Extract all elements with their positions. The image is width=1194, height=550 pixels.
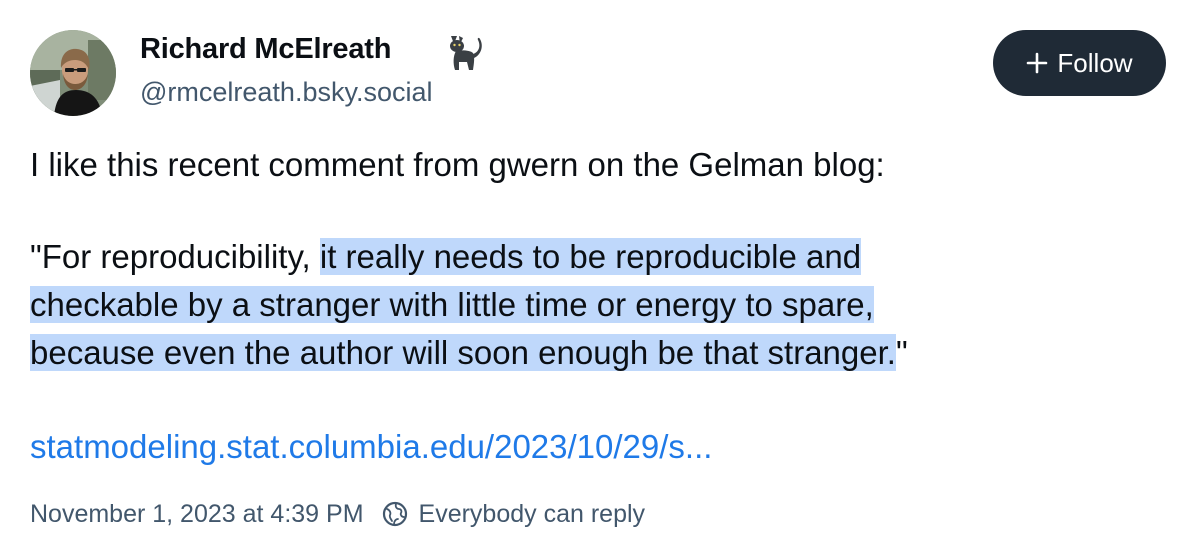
post-link[interactable]: statmodeling.stat.columbia.edu/2023/10/2… — [30, 423, 712, 471]
follow-button[interactable]: Follow — [993, 30, 1166, 96]
quote-line-highlight: it really needs to be reproducible and — [319, 238, 862, 275]
post-meta: November 1, 2023 at 4:39 PM Everybody ca… — [30, 495, 645, 533]
cat-icon — [443, 30, 487, 74]
quote-line-after: " — [895, 334, 908, 371]
quote-line-plain: "For reproducibility, — [30, 238, 320, 275]
avatar-photo — [30, 30, 116, 116]
quote-line: checkable by a stranger with little time… — [30, 281, 908, 329]
post-card: Richard McElreath @rmcelreath.bsky.socia… — [0, 0, 1194, 550]
author-handle[interactable]: @rmcelreath.bsky.social — [140, 77, 433, 108]
follow-label: Follow — [1057, 47, 1133, 78]
reply-setting-label: Everybody can reply — [418, 499, 646, 528]
quote-line: because even the author will soon enough… — [30, 329, 908, 377]
quote-line-highlight: because even the author will soon enough… — [30, 334, 896, 371]
globe-icon — [382, 501, 407, 527]
post-timestamp[interactable]: November 1, 2023 at 4:39 PM — [30, 500, 364, 529]
author-avatar[interactable] — [30, 30, 116, 116]
post-text-intro: I like this recent comment from gwern on… — [30, 146, 885, 183]
quote-line-highlight: checkable by a stranger with little time… — [30, 286, 874, 323]
quote-line: "For reproducibility, it really needs to… — [30, 233, 908, 281]
author-display-name[interactable]: Richard McElreath — [140, 33, 391, 66]
plus-icon — [1027, 52, 1048, 74]
post-text-quote: "For reproducibility, it really needs to… — [30, 233, 908, 377]
